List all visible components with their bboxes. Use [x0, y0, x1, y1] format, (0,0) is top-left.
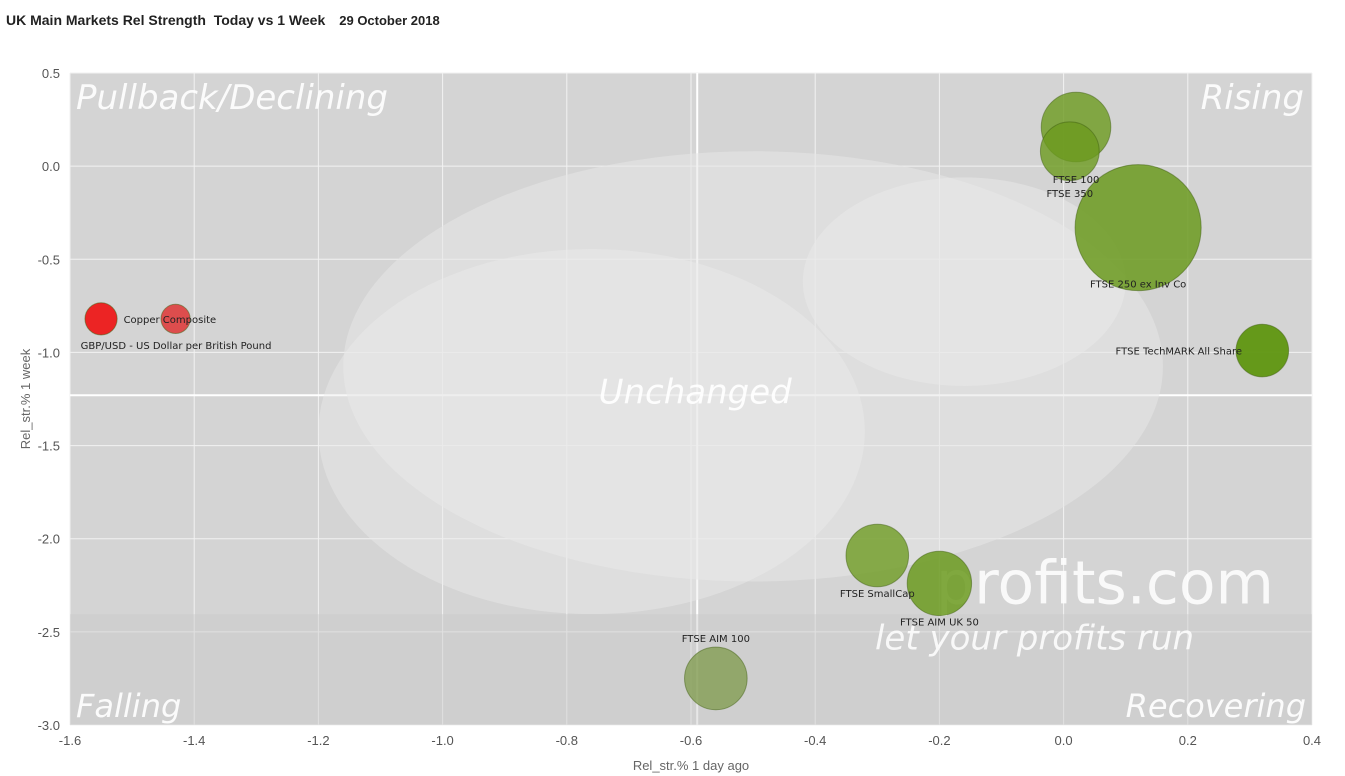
- x-tick-label: 0.0: [1055, 733, 1073, 748]
- x-tick-label: -0.2: [928, 733, 950, 748]
- background-shape: [802, 177, 1126, 386]
- point-label: FTSE TechMARK All Share: [1116, 347, 1243, 358]
- quadrant-label-bottom-left: Falling: [76, 687, 181, 725]
- y-tick-label: -0.5: [38, 252, 60, 267]
- y-tick-label: -3.0: [38, 718, 60, 733]
- x-axis-label: Rel_str.% 1 day ago: [633, 758, 749, 773]
- x-tick-label: -1.6: [59, 733, 81, 748]
- background-shape: [318, 249, 865, 615]
- bubble-point[interactable]: [84, 302, 118, 336]
- watermark-site: profits.com: [936, 549, 1274, 619]
- y-tick-label: 0.5: [42, 66, 60, 81]
- quadrant-label-top-right: Rising: [1201, 78, 1304, 118]
- y-tick-label: -1.5: [38, 439, 60, 454]
- x-tick-label: -0.4: [804, 733, 826, 748]
- point-label: Copper Composite: [124, 315, 217, 326]
- point-label: FTSE AIM 100: [682, 634, 750, 645]
- y-tick-label: 0.0: [42, 159, 60, 174]
- x-tick-label: -0.6: [680, 733, 702, 748]
- x-tick-label: -1.0: [431, 733, 453, 748]
- point-label: FTSE AIM UK 50: [900, 618, 979, 629]
- bubble-point[interactable]: [845, 523, 910, 588]
- y-tick-label: -2.0: [38, 532, 60, 547]
- x-tick-label: 0.4: [1303, 733, 1321, 748]
- point-label: FTSE SmallCap: [840, 589, 915, 600]
- x-tick-label: 0.2: [1179, 733, 1197, 748]
- bubble-point[interactable]: [684, 646, 748, 711]
- point-label: FTSE 250 ex Inv Co: [1090, 280, 1186, 291]
- y-tick-label: -1.0: [38, 345, 60, 360]
- y-axis-label: Rel_str.% 1 week: [18, 348, 33, 449]
- x-tick-label: -0.8: [556, 733, 578, 748]
- y-tick-label: -2.5: [38, 625, 60, 640]
- x-tick-label: -1.2: [307, 733, 329, 748]
- point-label: FTSE 350: [1046, 189, 1093, 200]
- quadrant-label-bottom-right: Recovering: [1126, 687, 1306, 725]
- quadrant-label-top-left: Pullback/Declining: [76, 78, 388, 118]
- bubble-point[interactable]: [1235, 323, 1290, 378]
- quadrant-label-center: Unchanged: [599, 372, 793, 412]
- point-label: GBP/USD - US Dollar per British Pound: [81, 341, 272, 352]
- x-tick-label: -1.4: [183, 733, 205, 748]
- point-label: FTSE 100: [1053, 175, 1100, 186]
- scatter-chart: Pullback/Declining Rising Falling Recoverin…: [18, 66, 1321, 773]
- bubble-point[interactable]: [906, 550, 973, 617]
- bubble-point[interactable]: [1039, 121, 1100, 182]
